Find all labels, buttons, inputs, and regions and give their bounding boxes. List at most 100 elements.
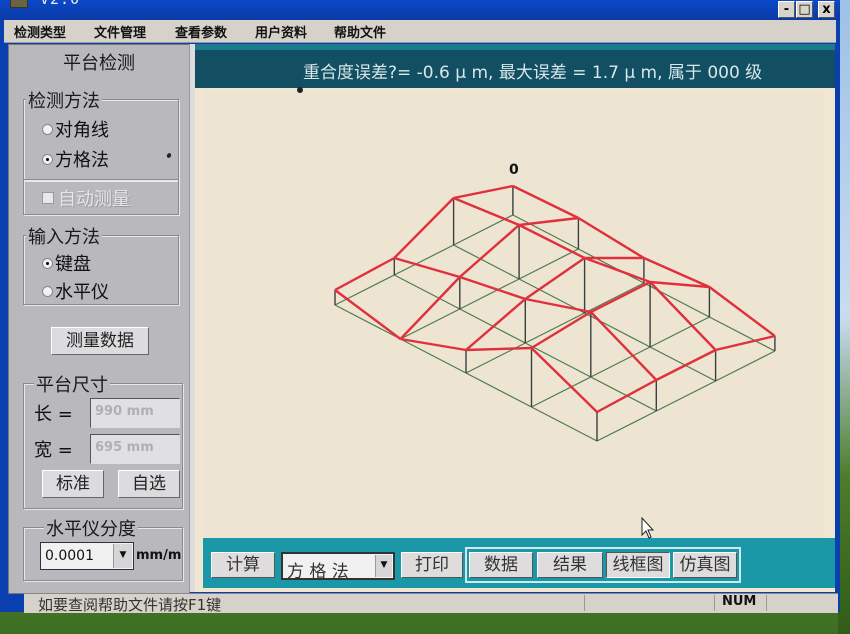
surface-line <box>589 311 658 381</box>
main-panel: 重合度误差?= -0.6 μ m, 最大误差 = 1.7 μ m, 属于 000… <box>195 44 835 592</box>
base-grid-line <box>394 274 461 310</box>
radio-keyboard[interactable]: 键盘 <box>42 250 91 276</box>
standard-button[interactable]: 标准 <box>42 470 104 498</box>
base-grid-line <box>584 282 645 314</box>
surface-line <box>649 281 717 351</box>
base-grid-line <box>709 316 776 352</box>
surface-line <box>334 289 402 340</box>
menu-view-params[interactable]: 查看参数 <box>175 22 227 41</box>
base-grid-line <box>643 282 710 318</box>
base-grid-line <box>649 316 710 348</box>
width-field[interactable]: 695 mm <box>90 434 180 464</box>
chevron-down-icon[interactable]: ▼ <box>375 555 392 577</box>
surface-line <box>518 216 579 227</box>
method-select[interactable]: 方 格 法 ▼ <box>281 552 395 582</box>
wireframe-canvas: 0 <box>203 90 823 538</box>
menu-file[interactable]: 文件管理 <box>94 22 146 41</box>
level-division-group: 水平仪分度 0.0001 ▼ mm/m <box>23 515 183 581</box>
surface-line <box>459 224 520 278</box>
chevron-down-icon[interactable]: ▼ <box>113 544 132 568</box>
surface-line <box>530 310 592 350</box>
base-grid-line <box>590 346 651 378</box>
radio-icon <box>42 123 53 135</box>
print-button[interactable]: 打印 <box>401 552 463 578</box>
level-division-value: 0.0001 <box>45 548 94 564</box>
surface-line <box>577 216 645 260</box>
menu-detect-type[interactable]: 检测类型 <box>14 22 66 41</box>
result-summary: 重合度误差?= -0.6 μ m, 最大误差 = 1.7 μ m, 属于 000… <box>303 63 763 83</box>
level-division-label: 水平仪分度 <box>44 515 138 541</box>
length-field[interactable]: 990 mm <box>90 398 180 428</box>
radio-selected-icon <box>42 257 53 269</box>
radio-grid[interactable]: 方格法 <box>42 146 109 172</box>
status-divider <box>714 595 715 611</box>
maximize-button[interactable]: □ <box>796 1 813 18</box>
base-grid-line <box>531 376 592 408</box>
radio-icon <box>42 285 53 297</box>
base-grid-line <box>465 372 532 408</box>
status-help-text: 如要查阅帮助文件请按F1键 <box>38 596 222 614</box>
surface-line <box>590 280 651 314</box>
length-label: 长 = <box>34 404 73 425</box>
wireframe-button[interactable]: 线框图 <box>606 552 670 578</box>
auto-measure-label: 自动测量 <box>58 189 130 210</box>
custom-button[interactable]: 自选 <box>118 470 180 498</box>
auto-measure-checkbox[interactable]: 自动测量 <box>42 185 130 211</box>
app-window: V2.0 - □ x 检测类型 文件管理 查看参数 用户资料 帮助文件 平台检测… <box>0 0 840 612</box>
num-lock-indicator: NUM <box>722 594 757 609</box>
menu-bar: 检测类型 文件管理 查看参数 用户资料 帮助文件 <box>4 20 836 43</box>
bottom-toolbar: 计算 方 格 法 ▼ 打印 数据 结果 线框图 仿真图 <box>203 538 835 588</box>
result-button[interactable]: 结果 <box>537 552 603 578</box>
menu-help[interactable]: 帮助文件 <box>334 22 386 41</box>
menu-user-info[interactable]: 用户资料 <box>255 22 307 41</box>
data-button[interactable]: 数据 <box>469 552 533 578</box>
window-title: V2.0 <box>40 0 80 8</box>
measure-data-button[interactable]: 测量数据 <box>51 327 149 355</box>
panel-title: 平台检测 <box>63 53 135 74</box>
calculate-button[interactable]: 计算 <box>211 552 275 578</box>
title-bar: V2.0 - □ x <box>0 0 840 20</box>
input-group-label: 输入方法 <box>26 223 102 249</box>
surface-line <box>465 298 527 351</box>
surface-line <box>584 256 651 284</box>
radio-level-label: 水平仪 <box>55 282 109 303</box>
simulation-button[interactable]: 仿真图 <box>673 552 737 578</box>
size-group: 平台尺寸 长 = 990 mm 宽 = 695 mm 标准 自选 <box>23 371 183 509</box>
method-select-value: 方 格 法 <box>287 562 349 582</box>
base-grid-line <box>596 410 657 442</box>
surface-line <box>334 256 395 292</box>
result-header: 重合度误差?= -0.6 μ m, 最大误差 = 1.7 μ m, 属于 000… <box>195 44 835 88</box>
minimize-button[interactable]: - <box>778 1 795 18</box>
auto-measure-group: 自动测量 <box>23 179 179 215</box>
left-panel: 平台检测 检测方法 对角线 方格法 自动测量 输入方法 键盘 水平仪 测量数据 … <box>8 44 190 594</box>
status-divider <box>584 595 585 611</box>
surface-line <box>524 257 586 300</box>
base-grid-line <box>715 350 776 382</box>
size-group-label: 平台尺寸 <box>34 371 110 397</box>
radio-diagonal[interactable]: 对角线 <box>42 116 109 142</box>
base-grid-line <box>584 312 651 348</box>
wireframe-plot: 0 <box>334 162 776 442</box>
radio-diagonal-label: 对角线 <box>55 120 109 141</box>
level-division-unit: mm/m <box>136 548 182 563</box>
surface-line <box>453 184 514 200</box>
base-grid-line <box>334 304 401 340</box>
base-grid-line <box>656 380 716 412</box>
width-label: 宽 = <box>34 440 73 461</box>
base-grid-line <box>578 248 645 284</box>
base-grid-line <box>531 406 598 442</box>
radio-grid-label: 方格法 <box>55 150 109 171</box>
app-icon <box>10 0 28 8</box>
surface-line <box>465 346 532 352</box>
mouse-cursor-icon <box>641 517 655 539</box>
level-division-select[interactable]: 0.0001 ▼ <box>40 542 134 570</box>
base-grid-line <box>649 346 716 382</box>
close-button[interactable]: x <box>818 1 835 18</box>
surface-line <box>512 184 579 220</box>
base-grid-line <box>334 274 395 306</box>
radio-level[interactable]: 水平仪 <box>42 278 109 304</box>
input-group: 输入方法 键盘 水平仪 <box>23 223 179 305</box>
base-grid-line <box>518 248 579 280</box>
checkbox-icon <box>42 192 54 204</box>
screen-speck <box>297 87 303 93</box>
